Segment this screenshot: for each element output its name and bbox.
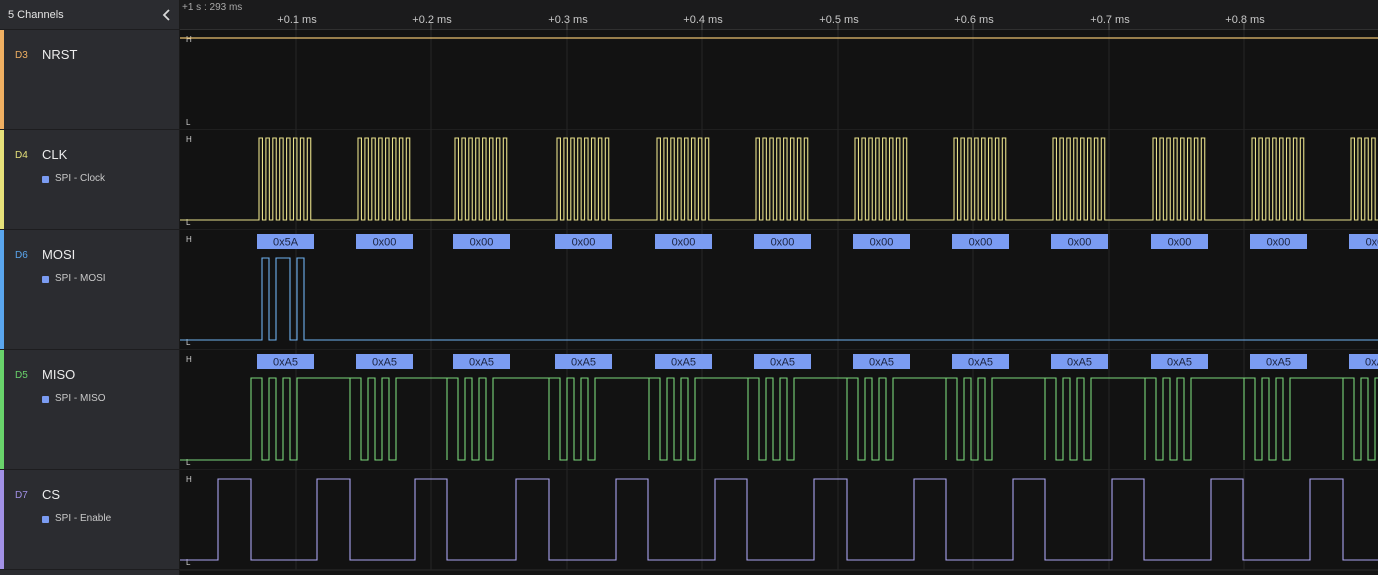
time-tick-label: +0.4 ms [683, 14, 723, 26]
miso-decoded-value: 0xA5 [968, 357, 993, 369]
mosi-decoded-value: 0x00 [470, 237, 494, 249]
channel-id: D6 [15, 250, 28, 261]
analyzer-label: SPI - Clock [55, 173, 106, 184]
channel-id: D4 [15, 150, 28, 161]
mosi-decoded-value: 0x00 [1168, 237, 1192, 249]
channel-name[interactable]: CLK [42, 147, 67, 162]
analyzer-label: SPI - MOSI [55, 273, 106, 284]
channel-name[interactable]: NRST [42, 47, 77, 62]
level-high-label: H [186, 475, 192, 484]
lane-background [180, 470, 1378, 570]
level-low-label: L [186, 218, 191, 227]
channel-color-strip [0, 30, 4, 129]
analyzer-label: SPI - Enable [55, 513, 112, 524]
time-tick-label: +0.6 ms [954, 14, 994, 26]
level-high-label: H [186, 135, 192, 144]
miso-decoded-value: 0xA5 [770, 357, 795, 369]
time-ruler [180, 0, 1378, 30]
mosi-decoded-value: 0x00 [373, 237, 397, 249]
channel-id: D7 [15, 490, 28, 501]
analyzer-color-icon [42, 176, 49, 183]
analyzer-color-icon [42, 276, 49, 283]
mosi-decoded-value: 0x00 [870, 237, 894, 249]
mosi-decoded-value: 0x00 [572, 237, 596, 249]
miso-decoded-value: 0xA5 [1266, 357, 1291, 369]
time-tick-label: +0.3 ms [548, 14, 588, 26]
time-tick-label: +0.8 ms [1225, 14, 1265, 26]
chevron-left-icon[interactable] [160, 7, 174, 23]
sidebar-header: 5 Channels [0, 0, 180, 30]
miso-decoded-value: 0xA5 [1365, 357, 1378, 369]
time-tick-label: +0.7 ms [1090, 14, 1130, 26]
miso-decoded-value: 0xA5 [469, 357, 494, 369]
channel-sidebar: 5 Channels D3 NRST D4 CLK SPI - Clock D6… [0, 0, 180, 575]
mosi-decoded-value: 0x00 [969, 237, 993, 249]
channel-id: D5 [15, 370, 28, 381]
channel-row-nrst[interactable]: D3 NRST [0, 30, 180, 130]
channel-name[interactable]: MOSI [42, 247, 75, 262]
channel-row-mosi[interactable]: D6 MOSI SPI - MOSI [0, 230, 180, 350]
mosi-decoded-value: 0x00 [1267, 237, 1291, 249]
channel-row-cs[interactable]: D7 CS SPI - Enable [0, 470, 180, 570]
channel-id: D3 [15, 50, 28, 61]
channel-row-miso[interactable]: D5 MISO SPI - MISO [0, 350, 180, 470]
level-high-label: H [186, 355, 192, 364]
lane-background [180, 30, 1378, 130]
mosi-decoded-value: 0x00 [771, 237, 795, 249]
miso-decoded-value: 0xA5 [273, 357, 298, 369]
level-high-label: H [186, 35, 192, 44]
time-tick-label: +0.5 ms [819, 14, 859, 26]
level-low-label: L [186, 458, 191, 467]
channel-row-clk[interactable]: D4 CLK SPI - Clock [0, 130, 180, 230]
mosi-decoded-value: 0x00 [1068, 237, 1092, 249]
miso-decoded-value: 0xA5 [869, 357, 894, 369]
mosi-decoded-value: 0x00 [672, 237, 696, 249]
channels-count: 5 Channels [8, 9, 64, 21]
channel-name[interactable]: CS [42, 487, 60, 502]
level-low-label: L [186, 338, 191, 347]
miso-decoded-value: 0xA5 [1067, 357, 1092, 369]
channel-name[interactable]: MISO [42, 367, 75, 382]
mosi-decoded-value: 0x5A [273, 237, 299, 249]
miso-decoded-value: 0xA5 [1167, 357, 1192, 369]
time-offset-label: +1 s : 293 ms [182, 2, 243, 13]
miso-decoded-value: 0xA5 [571, 357, 596, 369]
miso-decoded-value: 0xA5 [372, 357, 397, 369]
miso-decoded-value: 0xA5 [671, 357, 696, 369]
channel-color-strip [0, 350, 4, 469]
level-low-label: L [186, 558, 191, 567]
time-tick-label: +0.1 ms [277, 14, 317, 26]
channel-color-strip [0, 470, 4, 569]
waveform-canvas[interactable]: +0.1 ms +0.2 ms +0.3 ms +0.4 ms +0.5 ms +0.6 … [180, 0, 1378, 575]
level-low-label: L [186, 118, 191, 127]
analyzer-color-icon [42, 396, 49, 403]
mosi-decoded-value: 0x00 [1366, 237, 1378, 249]
time-tick-label: +0.2 ms [412, 14, 452, 26]
analyzer-color-icon [42, 516, 49, 523]
channel-color-strip [0, 230, 4, 349]
channel-color-strip [0, 130, 4, 229]
analyzer-label: SPI - MISO [55, 393, 106, 404]
waveform-area[interactable]: +0.1 ms +0.2 ms +0.3 ms +0.4 ms +0.5 ms +0.6 … [180, 0, 1378, 575]
level-high-label: H [186, 235, 192, 244]
